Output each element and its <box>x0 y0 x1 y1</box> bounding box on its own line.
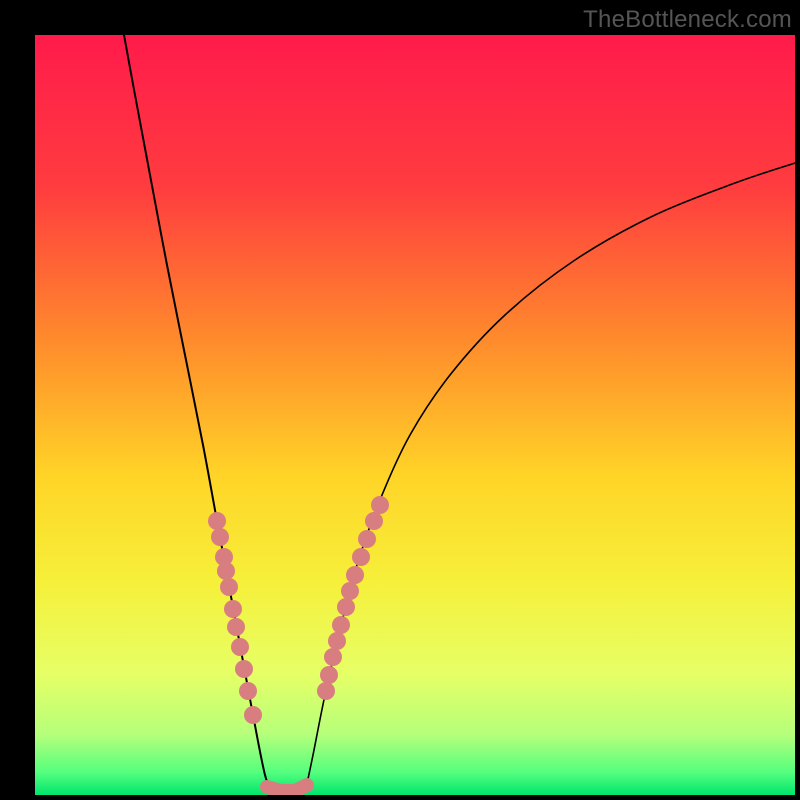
data-dot <box>324 648 342 666</box>
data-dot <box>317 682 335 700</box>
data-dot <box>371 496 389 514</box>
dot-cluster-right <box>317 496 389 700</box>
data-dot <box>235 660 253 678</box>
data-dot <box>208 512 226 530</box>
data-dot <box>320 666 338 684</box>
data-dot <box>244 706 262 724</box>
data-dot <box>220 578 238 596</box>
data-dot <box>341 582 359 600</box>
data-dot <box>337 598 355 616</box>
data-dot <box>332 616 350 634</box>
data-dot <box>231 638 249 656</box>
data-dot <box>365 512 383 530</box>
bottom-lump <box>267 785 307 791</box>
data-dot <box>328 632 346 650</box>
plot-area <box>35 35 795 795</box>
data-dot <box>346 566 364 584</box>
watermark-text: TheBottleneck.com <box>583 6 792 34</box>
data-dot <box>217 562 235 580</box>
chart-frame: TheBottleneck.com <box>0 0 800 800</box>
data-dot <box>227 618 245 636</box>
right-branch-curve <box>305 163 795 793</box>
left-branch-curve <box>124 35 273 793</box>
data-dot <box>352 548 370 566</box>
data-dot <box>211 528 229 546</box>
data-dot <box>239 682 257 700</box>
curve-layer <box>35 35 795 795</box>
data-dot <box>358 530 376 548</box>
data-dot <box>224 600 242 618</box>
